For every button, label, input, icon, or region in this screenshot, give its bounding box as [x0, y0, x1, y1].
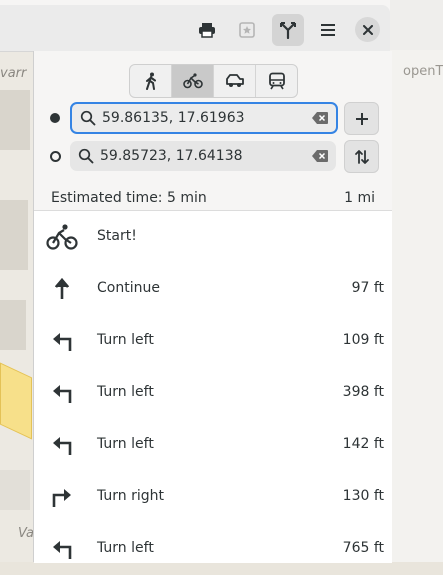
- turn-left-icon: [46, 377, 78, 409]
- mode-walk-button[interactable]: [130, 65, 172, 97]
- map-right-strip: [390, 50, 443, 562]
- printer-icon: [199, 23, 215, 38]
- instruction-row[interactable]: Turn left 142 ft: [34, 419, 392, 471]
- instruction-row[interactable]: Turn left 765 ft: [34, 523, 392, 575]
- instruction-distance: 765 ft: [342, 540, 384, 556]
- print-button[interactable]: [191, 14, 223, 46]
- instruction-distance: 130 ft: [342, 488, 384, 504]
- route-icon: [280, 22, 296, 39]
- swap-button[interactable]: [344, 140, 379, 173]
- turn-left-icon: [46, 533, 78, 565]
- close-icon: [362, 24, 373, 35]
- bicycle-icon: [182, 73, 203, 89]
- instruction-text: Turn left: [97, 384, 154, 400]
- map-label-attribution: openT: [403, 64, 443, 79]
- instruction-text: Turn left: [97, 332, 154, 348]
- route-summary: Estimated time: 5 min 1 mi: [51, 190, 375, 206]
- instruction-row[interactable]: Continue 97 ft: [34, 263, 392, 315]
- instruction-text: Turn right: [97, 488, 165, 504]
- add-via-button[interactable]: [344, 102, 379, 135]
- car-icon: [225, 74, 244, 87]
- destination-marker: [50, 151, 61, 162]
- close-button[interactable]: [355, 17, 380, 42]
- origin-value: 59.86135, 17.61963: [102, 110, 245, 126]
- instruction-row[interactable]: Turn left 398 ft: [34, 367, 392, 419]
- instruction-distance: 97 ft: [351, 280, 384, 296]
- instruction-list[interactable]: Start! Continue 97 ft Turn left 109 ft T…: [34, 210, 392, 563]
- estimated-time: Estimated time: 5 min: [51, 190, 207, 206]
- mode-transit-button[interactable]: [256, 65, 297, 97]
- map-label-street-2: Va: [18, 526, 35, 541]
- route-button[interactable]: [272, 14, 304, 46]
- mode-car-button[interactable]: [214, 65, 256, 97]
- train-icon: [268, 72, 285, 90]
- instruction-text: Turn left: [97, 436, 154, 452]
- route-panel: 59.86135, 17.61963 59.85723, 17.64138 Es…: [33, 51, 392, 563]
- origin-field[interactable]: 59.86135, 17.61963: [70, 102, 338, 134]
- search-icon: [80, 110, 96, 126]
- origin-marker: [50, 113, 60, 123]
- turn-left-icon: [46, 325, 78, 357]
- pedestrian-icon: [145, 72, 156, 90]
- instruction-row[interactable]: Turn right 130 ft: [34, 471, 392, 523]
- mode-bike-button[interactable]: [172, 65, 214, 97]
- star-icon: [239, 22, 255, 38]
- map-block: [0, 90, 30, 150]
- route-distance: 1 mi: [344, 190, 375, 206]
- instruction-row[interactable]: Start!: [34, 211, 392, 263]
- instruction-distance: 142 ft: [342, 436, 384, 452]
- map-block: [0, 300, 26, 350]
- turn-left-icon: [46, 429, 78, 461]
- favorite-button[interactable]: [231, 14, 263, 46]
- map-top-right: [390, 0, 443, 50]
- destination-field[interactable]: 59.85723, 17.64138: [70, 141, 336, 171]
- map-block: [0, 200, 28, 270]
- header-bar: [0, 5, 390, 52]
- clear-destination-icon[interactable]: [312, 150, 328, 162]
- instruction-text: Start!: [97, 228, 137, 244]
- map-label-street: varr: [0, 66, 27, 81]
- main-menu-button[interactable]: [312, 14, 344, 46]
- bicycle-icon: [46, 221, 78, 253]
- destination-value: 59.85723, 17.64138: [100, 148, 243, 164]
- plus-icon: [355, 112, 368, 125]
- transport-mode-selector: [129, 64, 298, 98]
- instruction-row[interactable]: Turn left 109 ft: [34, 315, 392, 367]
- hamburger-icon: [321, 24, 335, 36]
- clear-origin-icon[interactable]: [312, 112, 328, 124]
- turn-right-icon: [46, 481, 78, 513]
- arrow-up-icon: [46, 273, 78, 305]
- instruction-distance: 109 ft: [342, 332, 384, 348]
- map-road: [0, 362, 32, 440]
- instruction-text: Turn left: [97, 540, 154, 556]
- swap-icon: [354, 149, 369, 164]
- search-icon: [78, 148, 94, 164]
- instruction-distance: 398 ft: [342, 384, 384, 400]
- map-block: [0, 470, 30, 510]
- instruction-text: Continue: [97, 280, 160, 296]
